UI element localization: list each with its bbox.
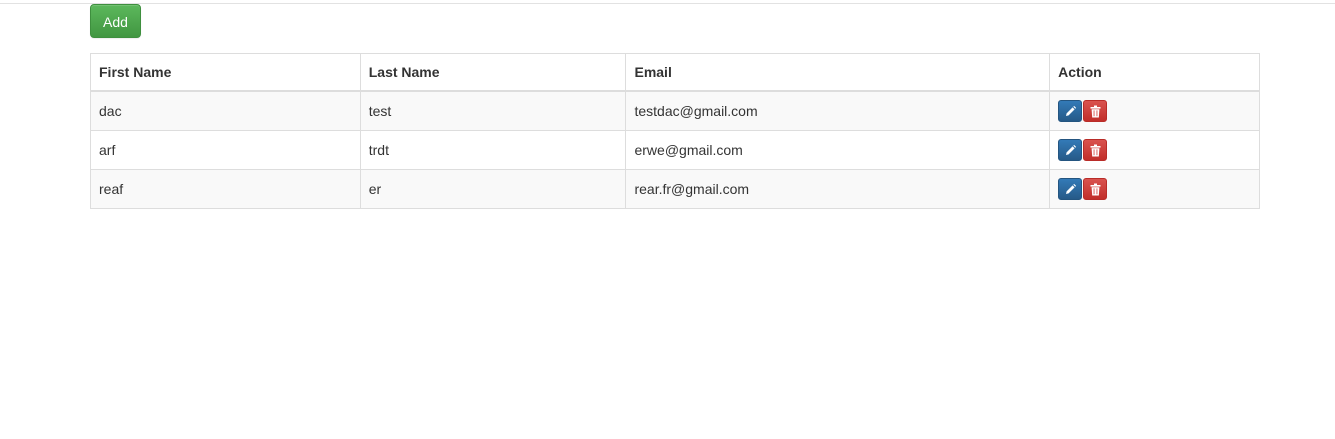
pencil-icon <box>1066 183 1077 194</box>
column-header-action: Action <box>1049 53 1260 92</box>
delete-button[interactable] <box>1083 100 1108 122</box>
table-body: dac test testdac@gmail.com arf trdt erwe… <box>90 90 1260 209</box>
table-header: First Name Last Name Email Action <box>90 53 1260 92</box>
cell-first-name: reaf <box>90 169 361 209</box>
delete-button[interactable] <box>1083 139 1108 161</box>
cell-last-name: trdt <box>359 130 627 170</box>
cell-last-name: test <box>359 90 627 131</box>
add-button[interactable]: Add <box>90 4 141 38</box>
column-header-last-name: Last Name <box>359 53 627 92</box>
cell-actions <box>1049 90 1260 131</box>
trash-icon <box>1090 144 1101 157</box>
cell-email: erwe@gmail.com <box>625 130 1051 170</box>
column-header-first-name: First Name <box>90 53 361 92</box>
trash-icon <box>1090 183 1101 196</box>
table-row: reaf er rear.fr@gmail.com <box>90 169 1260 209</box>
cell-email: rear.fr@gmail.com <box>625 169 1051 209</box>
table-row: dac test testdac@gmail.com <box>90 90 1260 131</box>
edit-button[interactable] <box>1058 100 1083 122</box>
cell-last-name: er <box>359 169 627 209</box>
top-divider <box>0 3 1335 4</box>
pencil-icon <box>1066 144 1077 155</box>
users-table: First Name Last Name Email Action dac te… <box>90 53 1260 209</box>
edit-button[interactable] <box>1058 178 1083 200</box>
cell-email: testdac@gmail.com <box>625 90 1051 131</box>
header-row: First Name Last Name Email Action <box>90 53 1260 92</box>
cell-first-name: dac <box>90 90 361 131</box>
delete-button[interactable] <box>1083 178 1108 200</box>
cell-first-name: arf <box>90 130 361 170</box>
cell-actions <box>1049 169 1260 209</box>
trash-icon <box>1090 105 1101 118</box>
column-header-email: Email <box>625 53 1051 92</box>
table-row: arf trdt erwe@gmail.com <box>90 130 1260 170</box>
cell-actions <box>1049 130 1260 170</box>
pencil-icon <box>1066 105 1077 116</box>
edit-button[interactable] <box>1058 139 1083 161</box>
